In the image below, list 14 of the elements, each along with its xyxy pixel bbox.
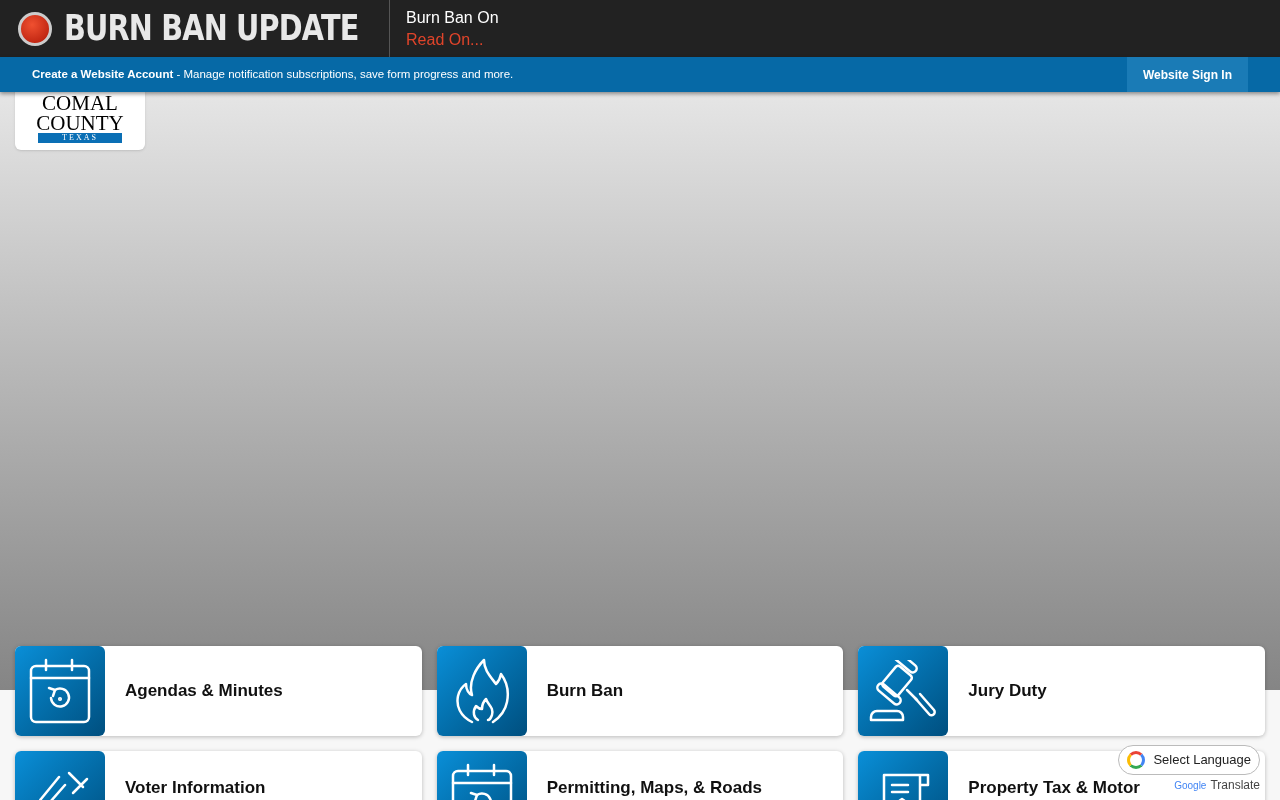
alert-headline: Burn Ban On <box>406 7 499 28</box>
tile-label: Burn Ban <box>546 681 624 701</box>
tile-label: Jury Duty <box>968 681 1047 701</box>
logo-text: COMAL <box>42 93 118 113</box>
translate-label: Translate <box>1210 777 1260 794</box>
tile-label: Voter Information <box>125 778 266 798</box>
logo-banner: TEXAS <box>38 133 122 143</box>
google-wordmark: Google <box>1174 778 1207 793</box>
tile-label: Agendas & Minutes <box>125 681 283 701</box>
tile-label: Permitting, Maps, & Roads <box>546 778 763 798</box>
logo-text: COUNTY <box>36 113 124 133</box>
tile-label: Property Tax & Motor <box>968 778 1140 798</box>
account-message: Create a Website Account - Manage notification subscriptions, save form progress and more. <box>32 66 514 82</box>
alert-title: BURN BAN UPDATE <box>64 7 359 51</box>
